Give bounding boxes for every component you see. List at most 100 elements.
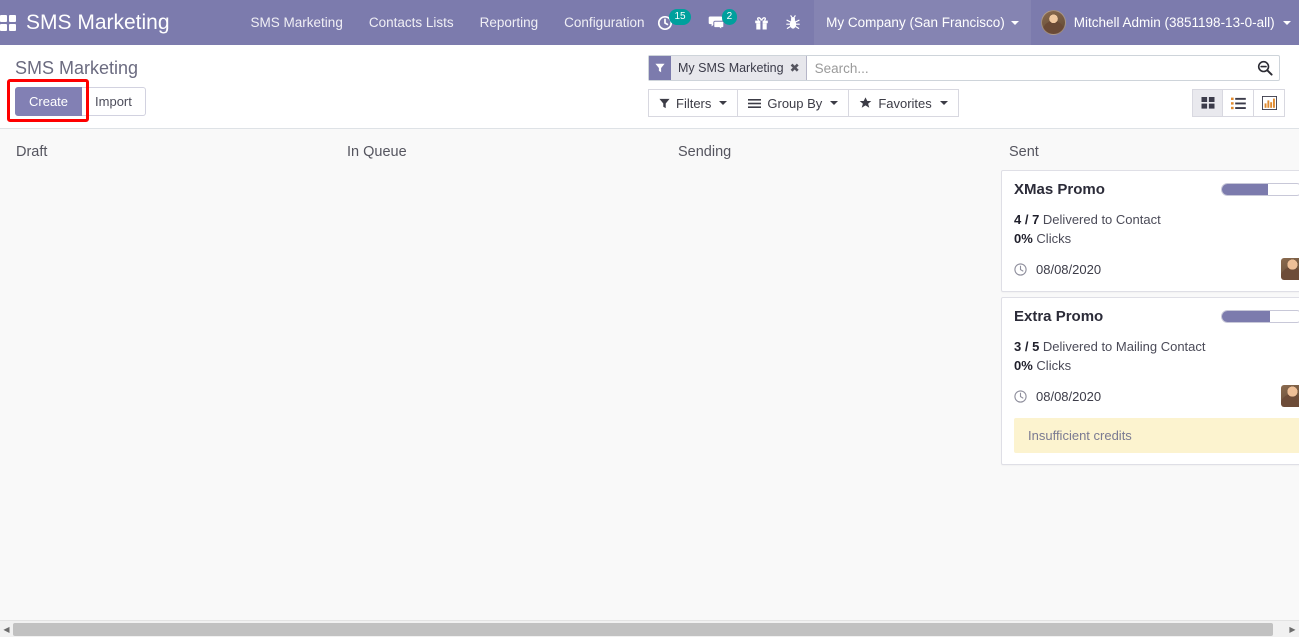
create-button[interactable]: Create <box>15 87 83 116</box>
avatar[interactable] <box>1281 258 1299 280</box>
bug-icon[interactable] <box>786 14 800 31</box>
search-input[interactable] <box>806 56 1251 80</box>
scrollbar-track[interactable] <box>13 621 1286 637</box>
insufficient-credits-alert: Insufficient credits <box>1014 418 1299 453</box>
gift-icon[interactable] <box>754 15 769 31</box>
control-panel: SMS Marketing Create Import My SMS Marke… <box>0 45 1299 129</box>
kanban-card[interactable]: Extra Promo 3 / 5 Delivered to Mailing C… <box>1001 297 1299 465</box>
navbar-right: 15 2 My Company (San Francisco) Mitchell… <box>657 0 1299 45</box>
control-panel-right: My SMS Marketing ✖ Filters <box>648 45 1299 117</box>
control-panel-left: SMS Marketing Create Import <box>0 45 640 128</box>
clicks-value: 0% <box>1014 231 1033 246</box>
delivered-stat: 4 / 7 Delivered to Contact <box>1014 210 1299 229</box>
apps-grid-icon[interactable] <box>0 0 16 45</box>
chevron-down-icon <box>830 101 839 105</box>
menu-reporting[interactable]: Reporting <box>467 2 552 43</box>
main-menu: SMS Marketing Contacts Lists Reporting C… <box>238 2 658 43</box>
scroll-right-arrow[interactable]: ▶ <box>1286 621 1299 637</box>
clicks-stat: 0% Clicks <box>1014 356 1299 375</box>
kanban-card-footer: 08/08/2020 <box>1014 385 1299 407</box>
menu-sms-marketing[interactable]: SMS Marketing <box>238 2 356 43</box>
action-buttons: Create Import <box>7 79 640 122</box>
schedule-date: 08/08/2020 <box>1036 388 1102 404</box>
delivered-label: Delivered to Contact <box>1042 212 1161 227</box>
star-icon <box>860 97 872 108</box>
delivery-progress-bar <box>1221 310 1299 323</box>
company-switcher[interactable]: My Company (San Francisco) <box>814 0 1031 45</box>
breadcrumb: SMS Marketing <box>15 58 139 78</box>
systray: 15 2 <box>657 8 814 31</box>
filters-row: Filters Group By Favorites <box>648 89 1299 117</box>
messages-bubble-icon[interactable]: 2 <box>708 8 738 31</box>
search-minus-icon[interactable] <box>1251 56 1279 80</box>
search-facet-label: My SMS Marketing <box>678 61 784 75</box>
kanban-card[interactable]: XMas Promo 4 / 7 Delivered to Contact 0%… <box>1001 170 1299 292</box>
view-switcher <box>1192 89 1285 117</box>
clicks-stat: 0% Clicks <box>1014 229 1299 248</box>
chevron-down-icon <box>1282 20 1291 25</box>
kanban-column-title[interactable]: Sent <box>1001 139 1299 170</box>
kanban-column-in-queue: In Queue <box>331 139 662 637</box>
chevron-down-icon <box>1010 20 1019 25</box>
search-facet-label-wrap: My SMS Marketing ✖ <box>671 56 806 80</box>
chevron-down-icon <box>939 101 948 105</box>
kanban-card-footer: 08/08/2020 <box>1014 258 1299 280</box>
remove-facet-icon[interactable]: ✖ <box>790 61 800 75</box>
clock-icon <box>1014 389 1027 403</box>
menu-configuration[interactable]: Configuration <box>551 2 657 43</box>
schedule-date: 08/08/2020 <box>1036 261 1102 277</box>
filter-funnel-icon <box>649 56 671 80</box>
clicks-value: 0% <box>1014 358 1033 373</box>
kanban-columns: Draft In Queue Sending Sent XMas Promo 4… <box>0 129 1299 637</box>
messages-count-badge: 2 <box>721 8 738 25</box>
menu-contacts-lists[interactable]: Contacts Lists <box>356 2 467 43</box>
filter-funnel-icon <box>659 98 670 108</box>
delivered-label: Delivered to Mailing Contact <box>1042 339 1206 354</box>
kanban-column-sending: Sending <box>662 139 993 637</box>
activity-count-badge: 15 <box>669 8 691 25</box>
list-view-icon[interactable] <box>1223 89 1254 117</box>
group-by-label: Group By <box>767 95 823 111</box>
scroll-left-arrow[interactable]: ◀ <box>0 621 13 637</box>
search-bar: My SMS Marketing ✖ <box>648 55 1280 81</box>
user-name: Mitchell Admin (3851198-13-0-all) <box>1073 15 1275 30</box>
avatar[interactable] <box>1281 385 1299 407</box>
horizontal-scrollbar[interactable]: ◀ ▶ <box>0 620 1299 637</box>
clicks-label: Clicks <box>1036 231 1072 246</box>
app-brand-title[interactable]: SMS Marketing <box>26 11 170 35</box>
activity-clock-icon[interactable]: 15 <box>657 8 691 31</box>
hamburger-lines-icon <box>748 98 762 108</box>
kanban-column-draft: Draft <box>0 139 331 637</box>
company-name: My Company (San Francisco) <box>826 15 1005 30</box>
kanban-card-header: XMas Promo <box>1014 181 1299 198</box>
filters-label: Filters <box>676 95 712 111</box>
delivery-progress-bar <box>1221 183 1299 196</box>
delivery-progress-fill <box>1222 311 1270 322</box>
import-button[interactable]: Import <box>82 87 146 116</box>
kanban-board: Draft In Queue Sending Sent XMas Promo 4… <box>0 129 1299 637</box>
avatar <box>1040 10 1066 35</box>
apps-grid-glyph <box>0 14 16 31</box>
kanban-column-title[interactable]: In Queue <box>339 139 654 170</box>
kanban-card-title: XMas Promo <box>1014 181 1105 198</box>
delivered-ratio: 4 / 7 <box>1014 212 1040 227</box>
filters-dropdown[interactable]: Filters <box>648 89 739 117</box>
scrollbar-thumb[interactable] <box>13 622 1273 636</box>
kanban-card-title: Extra Promo <box>1014 308 1104 325</box>
top-navbar: SMS Marketing SMS Marketing Contacts Lis… <box>0 0 1299 45</box>
group-by-dropdown[interactable]: Group By <box>738 89 850 117</box>
clicks-label: Clicks <box>1036 358 1072 373</box>
delivered-stat: 3 / 5 Delivered to Mailing Contact <box>1014 337 1299 356</box>
kanban-column-title[interactable]: Draft <box>8 139 323 170</box>
kanban-view-icon[interactable] <box>1192 89 1223 117</box>
kanban-column-title[interactable]: Sending <box>670 139 985 170</box>
user-menu[interactable]: Mitchell Admin (3851198-13-0-all) <box>1031 0 1299 45</box>
favorites-dropdown[interactable]: Favorites <box>849 89 959 117</box>
favorites-label: Favorites <box>878 95 932 111</box>
search-facet-my-sms-marketing[interactable]: My SMS Marketing ✖ <box>649 56 807 80</box>
clock-icon <box>1014 262 1027 276</box>
kanban-card-header: Extra Promo <box>1014 308 1299 325</box>
kanban-column-sent: Sent XMas Promo 4 / 7 Delivered to Conta… <box>993 139 1299 637</box>
delivery-progress-fill <box>1222 184 1268 195</box>
graph-view-icon[interactable] <box>1254 89 1285 117</box>
